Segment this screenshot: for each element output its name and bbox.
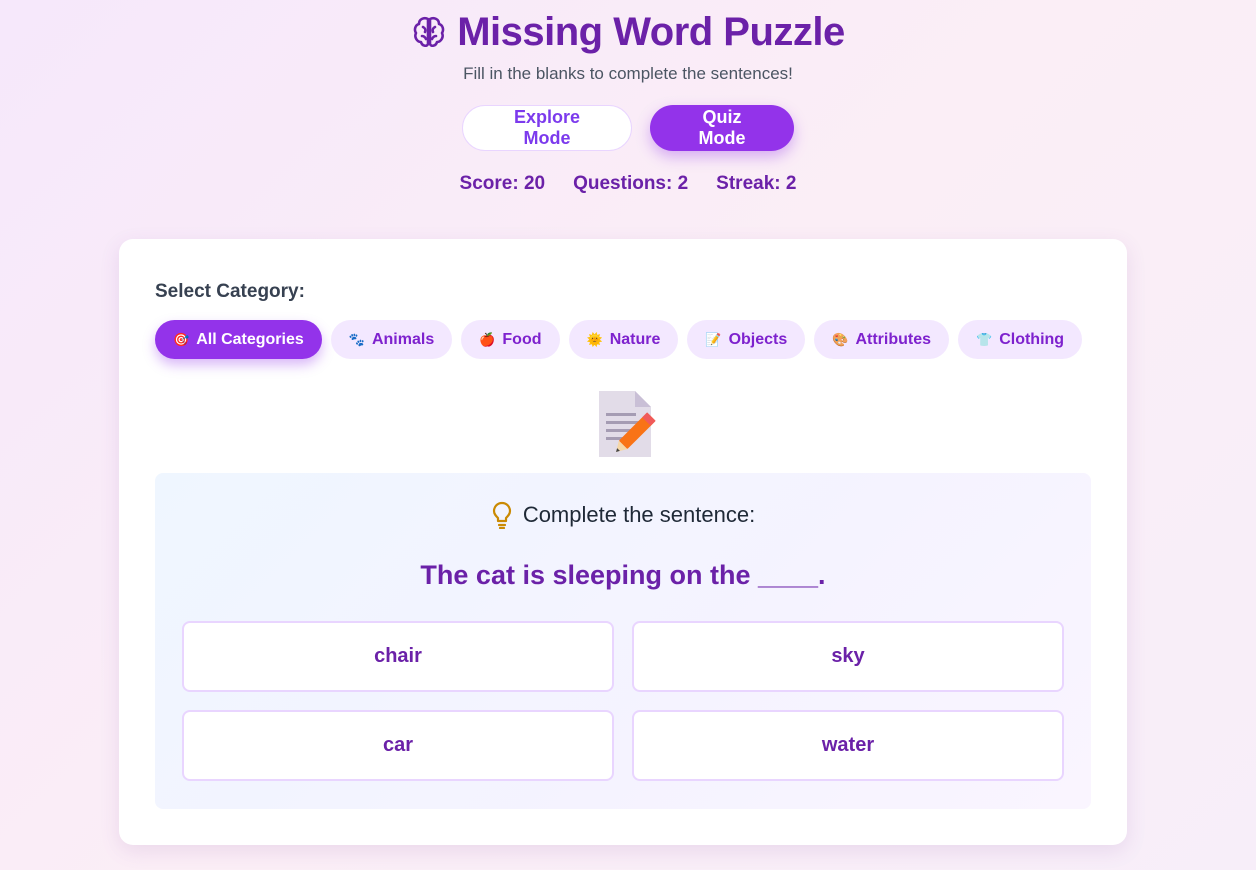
score-stat: Score: 20	[459, 173, 546, 194]
question-prompt: Complete the sentence:	[522, 502, 756, 527]
target-icon: 🎯	[173, 331, 190, 347]
category-label-attributes: Attributes	[855, 330, 931, 348]
category-label-food: Food	[502, 330, 542, 348]
answer-option[interactable]: sky	[632, 621, 1064, 692]
category-clothing[interactable]: 👕 Clothing	[958, 320, 1083, 359]
category-objects[interactable]: 📝 Objects	[687, 320, 806, 359]
category-attributes[interactable]: 🎨 Attributes	[814, 320, 949, 359]
header: Missing Word Puzzle Fill in the blanks t…	[0, 0, 1256, 195]
category-animals[interactable]: 🐾 Animals	[330, 320, 453, 359]
memo-icon: 📝	[705, 331, 722, 347]
apple-icon: 🍎	[479, 331, 496, 347]
prompt-row: Complete the sentence:	[155, 501, 1091, 529]
answer-option[interactable]: water	[632, 710, 1064, 781]
category-food[interactable]: 🍎 Food	[461, 320, 560, 359]
answer-option[interactable]: chair	[182, 621, 614, 692]
page-subtitle: Fill in the blanks to complete the sente…	[463, 64, 793, 83]
quiz-card: Select Category: 🎯 All Categories 🐾 Anim…	[119, 239, 1127, 845]
category-label-objects: Objects	[728, 330, 788, 348]
mode-switch: Explore Mode Quiz Mode	[0, 105, 1256, 151]
stats-bar: Score: 20 Questions: 2 Streak: 2	[0, 173, 1256, 195]
streak-stat: Streak: 2	[716, 173, 797, 194]
category-label-clothing: Clothing	[999, 330, 1065, 348]
category-nature[interactable]: 🌞 Nature	[568, 320, 679, 359]
quiz-mode-button[interactable]: Quiz Mode	[650, 105, 794, 151]
answer-option[interactable]: car	[182, 710, 614, 781]
title-row: Missing Word Puzzle	[0, 8, 1256, 56]
explore-mode-button[interactable]: Explore Mode	[462, 105, 632, 151]
category-all[interactable]: 🎯 All Categories	[155, 320, 322, 359]
category-label: Select Category:	[155, 281, 305, 302]
category-list: 🎯 All Categories 🐾 Animals 🍎 Food 🌞 Natu…	[155, 320, 1083, 359]
question-panel: Complete the sentence: The cat is sleepi…	[155, 473, 1091, 809]
category-label-animals: Animals	[371, 330, 435, 348]
answer-grid: chair sky car water	[182, 621, 1064, 781]
question-sentence: The cat is sleeping on the ____.	[420, 560, 826, 590]
category-label-all: All Categories	[196, 330, 304, 348]
questions-stat: Questions: 2	[573, 173, 689, 194]
paw-icon: 🐾	[348, 331, 365, 347]
lightbulb-icon	[492, 501, 511, 529]
sun-icon: 🌞	[586, 331, 603, 347]
shirt-icon: 👕	[976, 331, 993, 347]
memo-icon	[599, 391, 656, 457]
page-title: Missing Word Puzzle	[457, 9, 845, 54]
brain-icon	[413, 16, 445, 48]
palette-icon: 🎨	[832, 331, 849, 347]
category-label-nature: Nature	[609, 330, 661, 348]
